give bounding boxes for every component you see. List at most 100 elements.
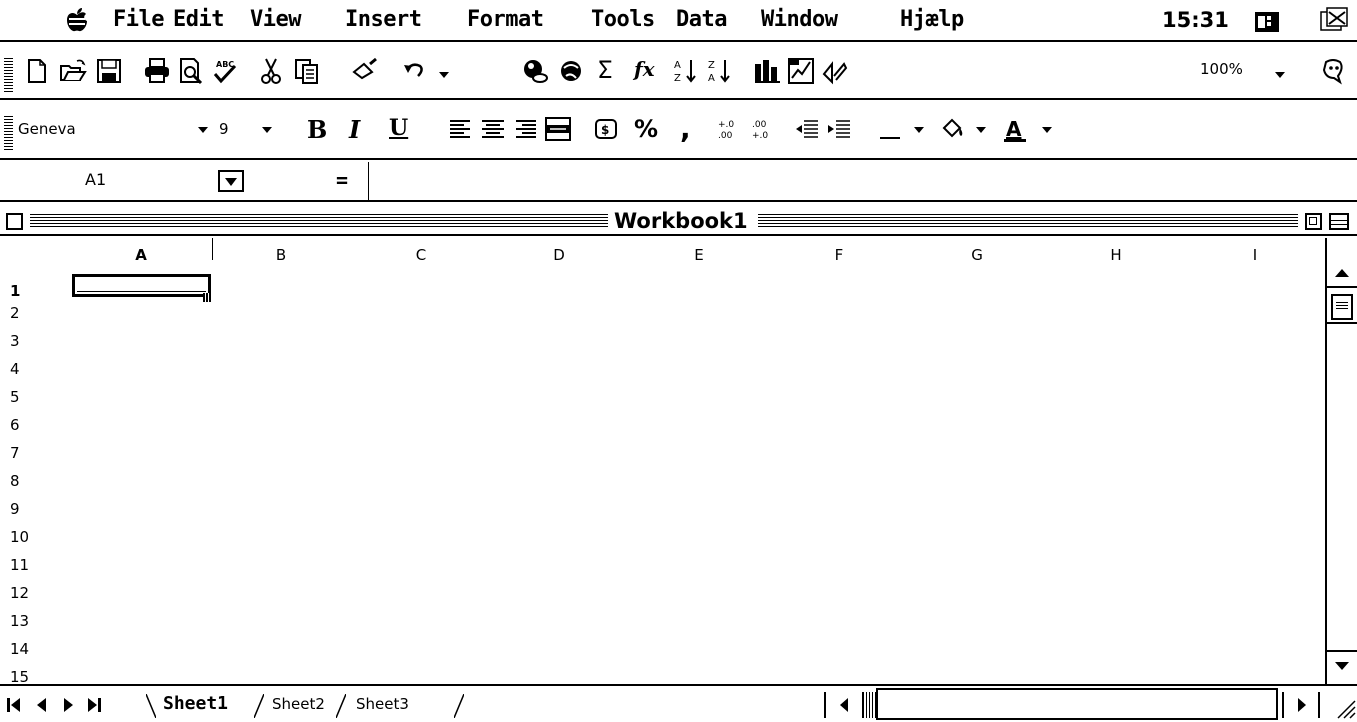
application-switcher-icon[interactable] bbox=[1319, 6, 1349, 36]
menu-view[interactable]: View bbox=[250, 7, 301, 32]
row-header-8[interactable]: 8 bbox=[10, 472, 20, 490]
toolbar-grip[interactable] bbox=[4, 56, 13, 92]
row-header-10[interactable]: 10 bbox=[10, 528, 29, 546]
menu-tools[interactable]: Tools bbox=[591, 7, 655, 32]
column-header-c[interactable]: C bbox=[411, 246, 431, 264]
font-color-dropdown-arrow[interactable] bbox=[1042, 127, 1052, 133]
scroll-right-arrow-icon[interactable] bbox=[1282, 692, 1320, 718]
copy-icon[interactable] bbox=[292, 56, 322, 86]
spelling-icon[interactable]: ABC bbox=[210, 56, 240, 86]
merge-center-icon[interactable] bbox=[543, 114, 573, 144]
scroll-left-arrow-icon[interactable] bbox=[824, 692, 864, 718]
font-size-select[interactable]: 9 bbox=[219, 120, 229, 138]
next-sheet-icon[interactable] bbox=[58, 697, 78, 713]
cut-scissors-icon[interactable] bbox=[256, 56, 286, 86]
column-header-b[interactable]: B bbox=[271, 246, 291, 264]
fill-color-dropdown-arrow[interactable] bbox=[976, 127, 986, 133]
apple-menu-icon[interactable] bbox=[63, 6, 91, 34]
tab-sheet3[interactable]: Sheet3 bbox=[356, 695, 409, 713]
collapse-box[interactable] bbox=[1329, 213, 1349, 230]
column-header-f[interactable]: F bbox=[829, 246, 849, 264]
web-link-icon[interactable] bbox=[520, 56, 550, 86]
horizontal-scroll-track[interactable] bbox=[876, 688, 1278, 720]
undo-icon[interactable] bbox=[400, 56, 430, 86]
menu-file[interactable]: File bbox=[113, 7, 164, 32]
active-cell-a1[interactable] bbox=[72, 274, 211, 297]
row-header-3[interactable]: 3 bbox=[10, 332, 20, 350]
zoom-select[interactable]: 100% bbox=[1200, 60, 1243, 78]
align-left-icon[interactable] bbox=[446, 114, 476, 144]
row-header-11[interactable]: 11 bbox=[10, 556, 29, 574]
autosum-icon[interactable]: Σ bbox=[598, 56, 628, 86]
menu-data[interactable]: Data bbox=[676, 7, 727, 32]
name-box-dropdown[interactable] bbox=[218, 170, 244, 192]
tab-sheet2[interactable]: Sheet2 bbox=[272, 695, 325, 713]
spreadsheet-grid[interactable]: A B C D E F G H I 1 2 3 4 5 6 7 8 9 10 1… bbox=[0, 238, 1325, 684]
sort-ascending-icon[interactable]: AZ bbox=[670, 56, 700, 86]
font-name-dropdown-arrow[interactable] bbox=[198, 127, 208, 133]
last-sheet-icon[interactable] bbox=[84, 697, 104, 713]
row-header-7[interactable]: 7 bbox=[10, 444, 20, 462]
workbook-title-bar[interactable]: Workbook1 bbox=[0, 206, 1357, 236]
fill-color-icon[interactable] bbox=[938, 114, 968, 144]
previous-sheet-icon[interactable] bbox=[32, 697, 52, 713]
map-icon[interactable] bbox=[786, 56, 816, 86]
horizontal-scrollbar[interactable] bbox=[818, 686, 1357, 722]
zoom-dropdown-arrow[interactable] bbox=[1275, 72, 1285, 78]
vertical-scroll-track[interactable] bbox=[1327, 322, 1357, 647]
font-name-select[interactable]: Geneva bbox=[18, 120, 76, 138]
row-header-5[interactable]: 5 bbox=[10, 388, 20, 406]
close-box[interactable] bbox=[6, 213, 23, 230]
italic-button[interactable]: I bbox=[349, 115, 360, 144]
comma-style-button[interactable]: , bbox=[680, 112, 691, 145]
row-header-13[interactable]: 13 bbox=[10, 612, 29, 630]
vertical-scroll-thumb[interactable] bbox=[1331, 294, 1353, 320]
print-icon[interactable] bbox=[142, 56, 172, 86]
currency-icon[interactable]: $ bbox=[592, 114, 622, 144]
formula-input[interactable] bbox=[368, 162, 1357, 200]
column-header-g[interactable]: G bbox=[967, 246, 987, 264]
undo-dropdown-arrow[interactable] bbox=[439, 72, 449, 78]
menu-help[interactable]: Hjælp bbox=[900, 7, 964, 32]
edit-formula-button[interactable]: = bbox=[336, 168, 348, 192]
name-box[interactable]: A1 bbox=[85, 170, 106, 189]
first-sheet-icon[interactable] bbox=[6, 697, 26, 713]
align-center-icon[interactable] bbox=[478, 114, 508, 144]
bold-button[interactable]: B bbox=[307, 115, 327, 144]
sort-descending-icon[interactable]: ZA bbox=[704, 56, 734, 86]
increase-decimal-icon[interactable]: +.0.00 bbox=[712, 114, 742, 144]
menu-edit[interactable]: Edit bbox=[173, 7, 224, 32]
borders-dropdown-arrow[interactable] bbox=[914, 127, 924, 133]
resize-grip-icon[interactable] bbox=[1326, 690, 1357, 720]
decrease-decimal-icon[interactable]: .00 +.0 bbox=[746, 114, 776, 144]
save-disk-icon[interactable] bbox=[94, 56, 124, 86]
column-header-e[interactable]: E bbox=[689, 246, 709, 264]
column-header-i[interactable]: I bbox=[1245, 246, 1265, 264]
row-header-2[interactable]: 2 bbox=[10, 304, 20, 322]
row-header-12[interactable]: 12 bbox=[10, 584, 29, 602]
menu-format[interactable]: Format bbox=[467, 7, 544, 32]
row-header-6[interactable]: 6 bbox=[10, 416, 20, 434]
scroll-down-arrow-icon[interactable] bbox=[1327, 650, 1357, 678]
borders-icon[interactable] bbox=[876, 114, 906, 144]
print-preview-icon[interactable] bbox=[176, 56, 206, 86]
decrease-indent-icon[interactable] bbox=[792, 114, 822, 144]
row-header-14[interactable]: 14 bbox=[10, 640, 29, 658]
align-right-icon[interactable] bbox=[510, 114, 540, 144]
horizontal-scroll-thumb[interactable] bbox=[866, 692, 876, 718]
vertical-scrollbar[interactable] bbox=[1325, 238, 1357, 684]
zoom-box[interactable] bbox=[1305, 213, 1322, 230]
font-size-dropdown-arrow[interactable] bbox=[262, 127, 272, 133]
excel-app-icon[interactable] bbox=[1253, 8, 1281, 36]
drawing-icon[interactable] bbox=[820, 56, 850, 86]
row-header-4[interactable]: 4 bbox=[10, 360, 20, 378]
scroll-up-arrow-icon[interactable] bbox=[1327, 260, 1357, 288]
underline-button[interactable]: U bbox=[389, 115, 408, 141]
new-document-icon[interactable] bbox=[22, 56, 52, 86]
column-header-h[interactable]: H bbox=[1106, 246, 1126, 264]
toolbar-grip[interactable] bbox=[4, 114, 13, 150]
increase-indent-icon[interactable] bbox=[824, 114, 854, 144]
row-header-15[interactable]: 15 bbox=[10, 668, 29, 684]
format-painter-icon[interactable] bbox=[350, 56, 380, 86]
percent-button[interactable]: % bbox=[634, 115, 658, 143]
